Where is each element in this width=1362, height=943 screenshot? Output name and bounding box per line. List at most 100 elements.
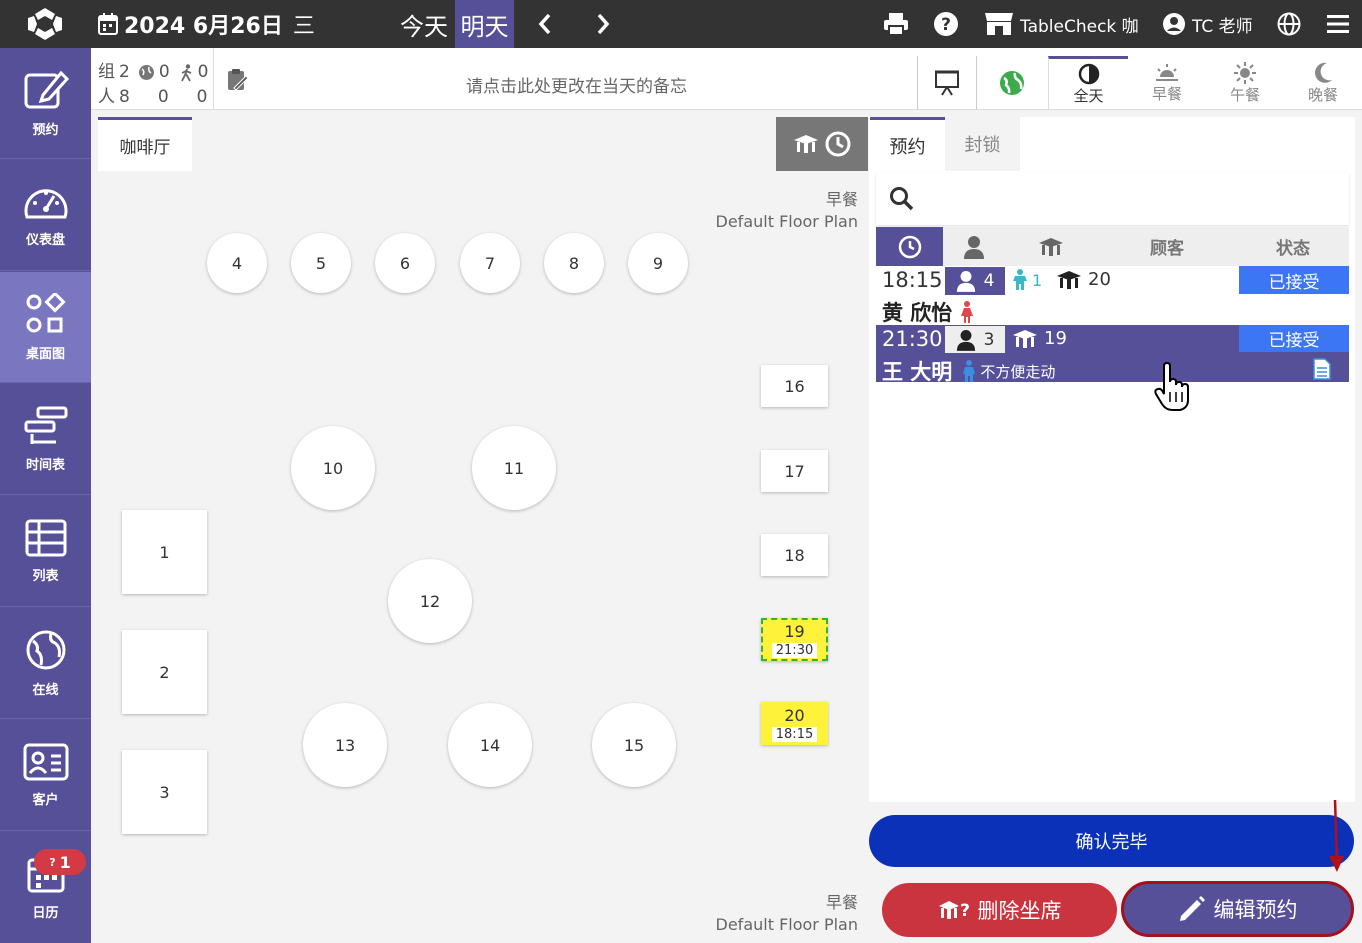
table-icon [1013,329,1037,348]
sort-by-people-button[interactable] [943,227,1005,266]
people-count-badge: 3 [945,326,1005,353]
meal-label: 早餐 [825,893,858,912]
store-icon [985,13,1013,35]
table-16[interactable]: 16 [761,365,828,407]
customer-name: 黄 欣怡 [882,301,953,325]
sidebar-item-reservation[interactable]: 预约 [0,48,91,159]
store-selector[interactable]: TableCheck 咖 [984,0,1139,48]
calendar-badge-count: 1 [59,852,71,872]
reservation-counts: 组2 0 0 人8 0 0 [98,60,208,110]
table-number: 19 [1044,328,1067,349]
table-7[interactable]: 7 [460,233,520,293]
printer-icon [884,13,908,36]
table-14[interactable]: 14 [448,703,532,787]
document-icon[interactable] [1313,358,1331,380]
memo-clipboard-icon [228,69,248,91]
delete-seat-button[interactable]: ? 删除坐席 [882,883,1117,937]
memo-field[interactable]: 请点击此处更改在当天的备忘 [466,72,687,97]
sidebar-item-timetable[interactable]: 时间表 [0,384,91,495]
table-11[interactable]: 11 [472,426,556,510]
app-logo-icon[interactable] [24,6,66,42]
seat-time-toggle-button[interactable] [776,117,868,171]
tomorrow-button[interactable]: 明天 [455,0,514,48]
table-8[interactable]: 8 [544,233,604,293]
sidebar-item-online[interactable]: 在线 [0,608,91,719]
prev-day-button[interactable] [525,0,565,48]
table-10[interactable]: 10 [291,426,375,510]
unassigned-seat-icon: ? [49,855,56,869]
people-count-badge: 4 [945,267,1005,295]
online-globe-icon [1000,71,1024,95]
help-icon: ? [934,12,958,36]
confirm-button[interactable]: 确认完毕 [869,815,1354,867]
sort-by-table-button[interactable] [1005,227,1097,266]
tab-lunch[interactable]: 午餐 [1206,56,1284,110]
tab-dinner[interactable]: 晚餐 [1284,56,1362,110]
sunrise-icon [1156,63,1178,81]
table-5[interactable]: 5 [291,233,351,293]
next-day-button[interactable] [583,0,623,48]
sidebar-item-label: 时间表 [25,457,65,473]
tab-label: 晚餐 [1307,85,1338,104]
table-17[interactable]: 17 [761,450,828,492]
table-icon [1039,237,1063,256]
table-18[interactable]: 18 [761,534,828,576]
table-3[interactable]: 3 [122,750,207,834]
presentation-view-button[interactable] [918,56,976,110]
col-customer[interactable]: 顾客 [1097,227,1237,266]
people-count: 8 [119,87,130,107]
sidebar-item-list[interactable]: 列表 [0,496,91,607]
reservation-row-selected[interactable]: 21:30 3 19 已接受 王 大明 不方便走动 [876,325,1349,384]
person-icon [956,271,975,292]
table-19[interactable]: 19 21:30 [761,618,828,661]
table-1[interactable]: 1 [122,510,207,594]
floor-tab-cafe[interactable]: 咖啡厅 [98,117,192,171]
table-20[interactable]: 20 18:15 [761,702,828,745]
hamburger-menu-button[interactable] [1327,0,1349,48]
user-avatar-icon [1163,13,1185,35]
table-12[interactable]: 12 [388,559,472,643]
plan-label: Default Floor Plan [715,915,858,934]
user-menu[interactable]: TC 老师 [1162,0,1253,48]
list-icon [25,519,66,556]
date-text: 2024 6月26日 [124,14,283,39]
table-9[interactable]: 9 [628,233,688,293]
floorplan-icon [26,292,66,332]
table-15[interactable]: 15 [592,703,676,787]
plan-label: Default Floor Plan [715,212,858,231]
tab-block[interactable]: 封锁 [945,117,1020,171]
sidebar-item-label: 列表 [32,568,59,584]
sidebar-item-label: 日历 [32,906,59,921]
sort-by-time-button[interactable] [876,227,943,266]
tab-breakfast[interactable]: 早餐 [1128,56,1206,110]
col-status[interactable]: 状态 [1237,227,1349,266]
meal-label: 早餐 [825,190,858,209]
tab-reservations[interactable]: 预约 [870,117,945,171]
sidebar-item-customer[interactable]: 客户 [0,720,91,831]
language-button[interactable] [1277,0,1301,48]
help-button[interactable]: ? [933,0,959,48]
table-2[interactable]: 2 [122,630,207,714]
sidebar-item-dashboard[interactable]: 仪表盘 [0,160,91,271]
search-input[interactable] [876,173,1349,225]
table-6[interactable]: 6 [375,233,435,293]
sidebar-item-floorplan[interactable]: 桌面图 [0,272,91,383]
people-count: 3 [983,329,995,350]
table-4[interactable]: 4 [207,233,267,293]
status-badge[interactable]: 已接受 [1239,325,1349,352]
edit-reservation-button[interactable]: 编辑预约 [1121,881,1354,937]
table-13[interactable]: 13 [303,703,387,787]
sidebar-item-label: 预约 [32,122,59,138]
online-toggle-button[interactable] [977,56,1047,110]
table-assignment: 20 [1056,269,1111,290]
status-badge[interactable]: 已接受 [1239,266,1349,294]
tab-all-day[interactable]: 全天 [1048,56,1128,110]
date-selector[interactable]: 2024 6月26日 三 [98,8,315,40]
today-button[interactable]: 今天 [396,0,452,48]
sidebar: 预约 仪表盘 桌面图 时间表 列表 在线 客户 日历 ? 1 [0,48,91,943]
divider [213,48,214,110]
reservation-row[interactable]: 18:15 4 1 20 已接受 黄 欣怡 [876,266,1349,325]
walkin-icon [180,63,191,81]
calendar-icon [98,13,118,35]
print-button[interactable] [883,0,909,48]
